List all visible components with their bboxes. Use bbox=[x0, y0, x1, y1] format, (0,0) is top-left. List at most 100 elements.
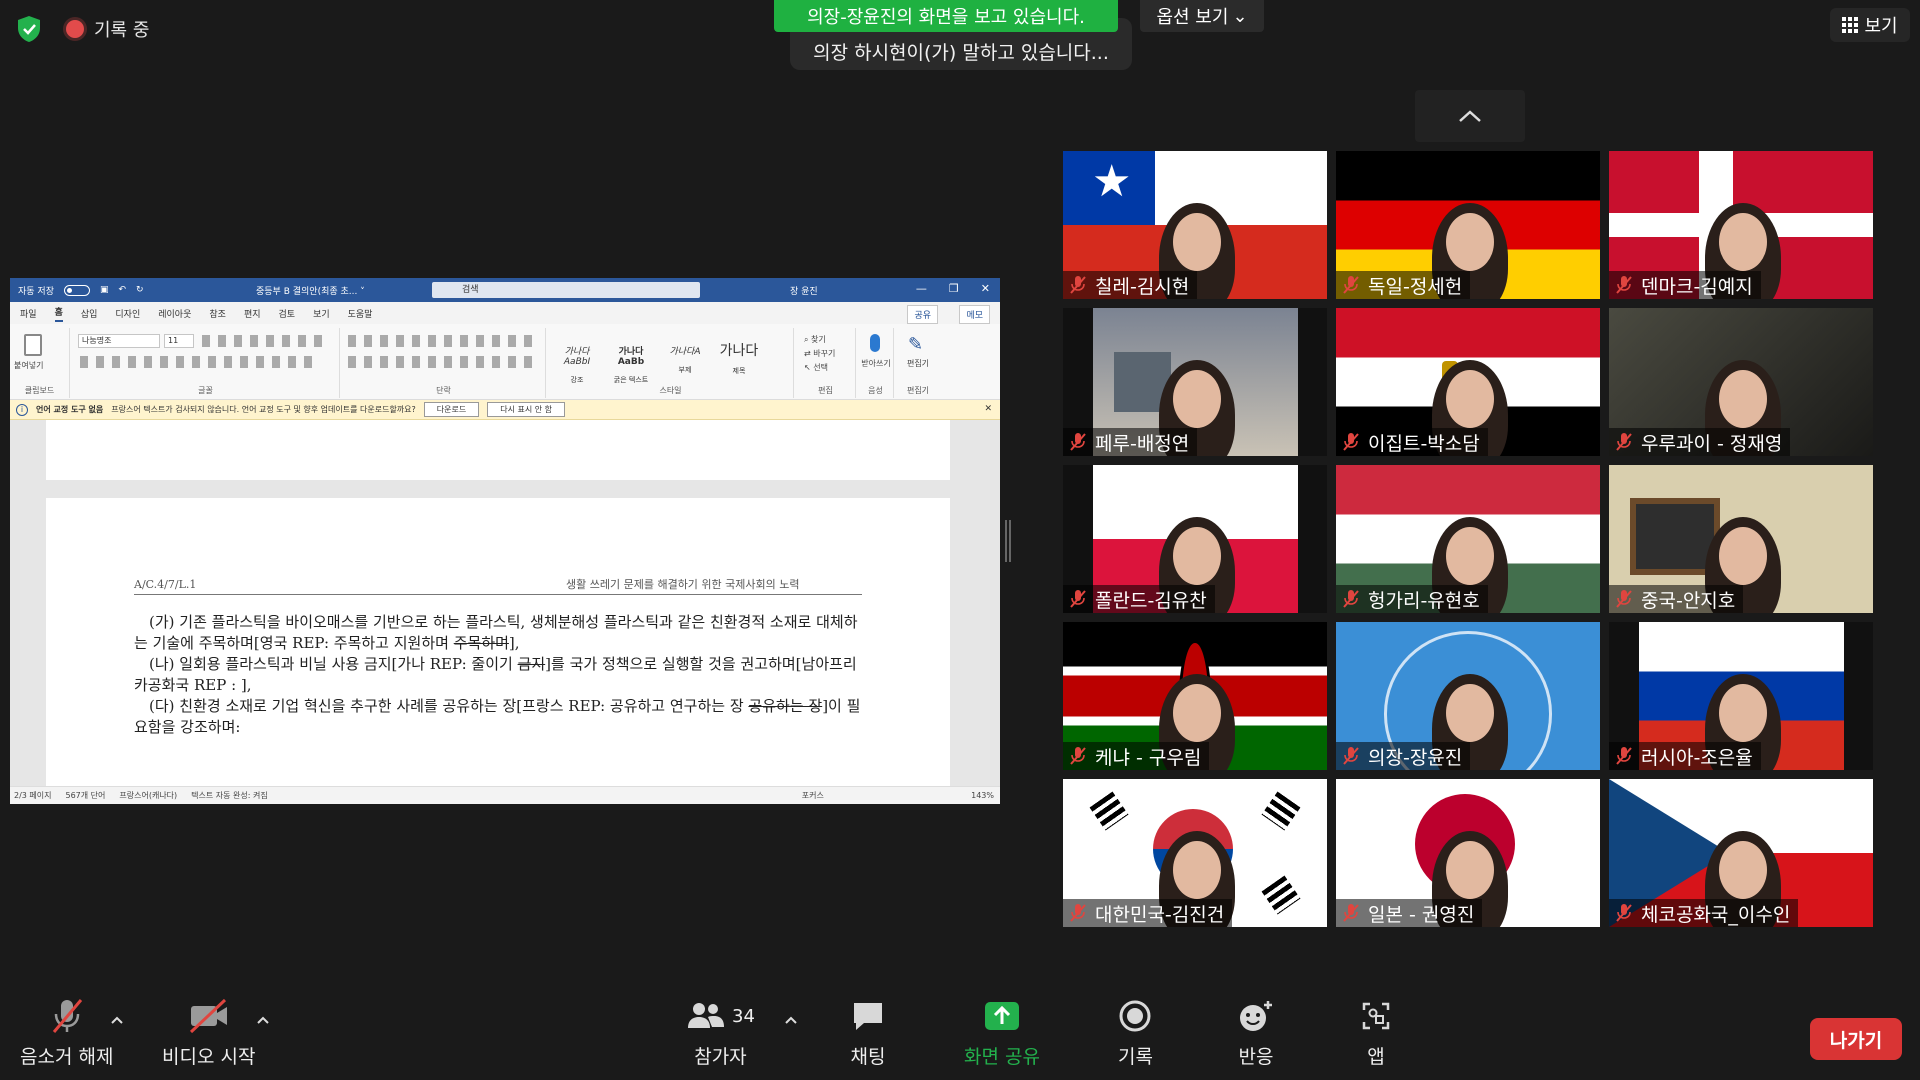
font-format-icons[interactable] bbox=[202, 335, 322, 347]
unmute-button[interactable]: 음소거 해제 bbox=[20, 996, 113, 1069]
menu-references[interactable]: 참조 bbox=[209, 307, 226, 320]
restore-icon[interactable]: ❐ bbox=[949, 282, 959, 295]
document-canvas[interactable]: A/C.4/7/L.1 생활 쓰레기 문제를 해결하기 위한 국제사회의 노력 … bbox=[10, 420, 1000, 786]
participant-name-tag: 독일-정세헌 bbox=[1336, 271, 1471, 299]
participants-caret-icon[interactable] bbox=[784, 1012, 798, 1026]
editing-group-label: 편집 bbox=[818, 386, 833, 395]
ribbon-group-editing: ⌕ 찾기 ⇄ 바꾸기 ↖ 선택 편집 bbox=[796, 328, 856, 398]
paste-label: 붙여넣기 bbox=[14, 361, 44, 370]
style-strong[interactable]: 가나다AaBb 굵은 텍스트 bbox=[606, 336, 656, 384]
record-button[interactable]: 기록 bbox=[1118, 996, 1153, 1069]
autosave-toggle[interactable] bbox=[63, 284, 90, 296]
close-icon[interactable]: ✕ bbox=[984, 404, 992, 414]
menu-layout[interactable]: 레이아웃 bbox=[158, 307, 191, 320]
participant-tile[interactable]: 체코공화국_이수인 bbox=[1609, 779, 1873, 927]
menu-insert[interactable]: 삽입 bbox=[81, 307, 98, 320]
participant-tile[interactable]: 우루과이 - 정재영 bbox=[1609, 308, 1873, 456]
participant-name: 체코공화국_이수인 bbox=[1641, 903, 1791, 926]
select-button[interactable]: ↖ 선택 bbox=[804, 362, 828, 373]
reactions-button[interactable]: 반응 bbox=[1238, 996, 1274, 1069]
video-options-caret-icon[interactable] bbox=[256, 1012, 270, 1026]
word-search-box[interactable]: 검색 bbox=[432, 282, 700, 298]
word-comments-button[interactable]: 메모 bbox=[959, 305, 990, 324]
participant-tile[interactable]: 페루-배정연 bbox=[1063, 308, 1327, 456]
menu-view[interactable]: 보기 bbox=[313, 307, 330, 320]
dont-show-again-button[interactable]: 다시 표시 안 함 bbox=[487, 402, 566, 417]
participant-tile[interactable]: 덴마크-김예지 bbox=[1609, 151, 1873, 299]
security-shield-icon[interactable] bbox=[14, 14, 44, 44]
save-icon[interactable]: ▣ bbox=[100, 285, 109, 295]
recording-indicator[interactable]: 기록 중 bbox=[66, 16, 149, 42]
participants-icon-wrap: 34 bbox=[686, 996, 755, 1036]
document-title[interactable]: 중등부 B 결의안(최종 초... ˅ bbox=[256, 284, 365, 297]
menu-mailings[interactable]: 편지 bbox=[244, 307, 261, 320]
style-emphasis[interactable]: 가나다AaBbI 강조 bbox=[552, 336, 602, 384]
alignment-icons[interactable] bbox=[348, 356, 538, 368]
download-button[interactable]: 다운로드 bbox=[423, 402, 480, 417]
close-icon[interactable]: ✕ bbox=[981, 282, 990, 295]
font-size-select[interactable]: 11 bbox=[164, 334, 194, 348]
font-style-icons[interactable] bbox=[80, 356, 320, 368]
participant-tile[interactable]: 중국-안지호 bbox=[1609, 465, 1873, 613]
participant-tile[interactable]: ★ 칠레-김시현 bbox=[1063, 151, 1327, 299]
menu-home[interactable]: 홈 bbox=[54, 305, 63, 322]
find-button[interactable]: ⌕ 찾기 bbox=[804, 334, 826, 345]
gallery-scroll-up-button[interactable] bbox=[1415, 90, 1525, 142]
participant-tile[interactable]: 독일-정세헌 bbox=[1336, 151, 1600, 299]
status-words[interactable]: 567개 단어 bbox=[66, 790, 106, 801]
voice-group-label: 음성 bbox=[868, 386, 883, 395]
participant-tile[interactable]: 일본 - 권영진 bbox=[1336, 779, 1600, 927]
audio-options-caret-icon[interactable] bbox=[110, 1012, 124, 1026]
document-page-current: A/C.4/7/L.1 생활 쓰레기 문제를 해결하기 위한 국제사회의 노력 … bbox=[46, 498, 950, 786]
participant-tile[interactable]: 러시아-조은율 bbox=[1609, 622, 1873, 770]
page-header-title: 생활 쓰레기 문제를 해결하기 위한 국제사회의 노력 bbox=[566, 578, 800, 591]
undo-icon[interactable]: ↶ bbox=[119, 285, 127, 295]
record-label: 기록 bbox=[1118, 1046, 1153, 1068]
menu-review[interactable]: 검토 bbox=[279, 307, 296, 320]
menu-help[interactable]: 도움말 bbox=[348, 307, 373, 320]
muted-mic-icon bbox=[1070, 590, 1086, 608]
apps-button[interactable]: 앱 bbox=[1360, 996, 1392, 1069]
chat-button[interactable]: 채팅 bbox=[850, 996, 886, 1069]
font-name-select[interactable]: 나눔명조 bbox=[78, 334, 160, 348]
recording-label: 기록 중 bbox=[94, 20, 150, 41]
participant-tile[interactable]: 폴란드-김유찬 bbox=[1063, 465, 1327, 613]
participant-name-tag: 우루과이 - 정재영 bbox=[1609, 428, 1791, 456]
participant-tile[interactable]: 케냐 - 구우림 bbox=[1063, 622, 1327, 770]
panel-resize-handle[interactable] bbox=[1005, 520, 1011, 562]
leave-meeting-button[interactable]: 나가기 bbox=[1810, 1018, 1902, 1060]
start-video-button[interactable]: 비디오 시작 bbox=[162, 996, 255, 1069]
word-share-button[interactable]: 공유 bbox=[907, 305, 938, 324]
participant-name: 의장-장윤진 bbox=[1368, 746, 1463, 769]
participants-button[interactable]: 34 참가자 bbox=[686, 996, 755, 1069]
status-zoom[interactable]: 143% bbox=[971, 791, 994, 800]
participant-tile[interactable]: 의장-장윤진 bbox=[1336, 622, 1600, 770]
participant-tile[interactable]: 대한민국-김진건 bbox=[1063, 779, 1327, 927]
editor-label: 편집기 bbox=[906, 359, 930, 368]
status-focus[interactable]: 포커스 bbox=[802, 790, 824, 801]
style-title[interactable]: 가나다 제목 bbox=[714, 336, 764, 380]
editor-pen-icon[interactable]: ✎ bbox=[908, 334, 923, 355]
replace-label: 바꾸기 bbox=[813, 349, 836, 358]
microphone-icon[interactable] bbox=[870, 334, 880, 352]
minimize-icon[interactable]: — bbox=[916, 282, 927, 295]
participant-tile[interactable]: 이집트-박소담 bbox=[1336, 308, 1600, 456]
muted-mic-icon bbox=[49, 996, 85, 1036]
share-screen-button[interactable]: 화면 공유 bbox=[964, 996, 1040, 1069]
paste-icon[interactable] bbox=[24, 334, 42, 356]
view-layout-button[interactable]: 보기 bbox=[1830, 8, 1910, 42]
list-icons[interactable] bbox=[348, 335, 538, 347]
status-language[interactable]: 프랑스어(캐나다) bbox=[119, 790, 177, 801]
view-options-button[interactable]: 옵션 보기 ⌄ bbox=[1140, 0, 1264, 32]
status-autocomplete[interactable]: 텍스트 자동 완성: 켜짐 bbox=[191, 790, 268, 801]
menu-design[interactable]: 디자인 bbox=[115, 307, 140, 320]
replace-button[interactable]: ⇄ 바꾸기 bbox=[804, 348, 835, 359]
participant-tile[interactable]: 헝가리-유현호 bbox=[1336, 465, 1600, 613]
redo-icon[interactable]: ↻ bbox=[136, 285, 144, 295]
menu-file[interactable]: 파일 bbox=[20, 307, 37, 320]
cursor-icon: ↖ bbox=[804, 363, 811, 372]
video-off-icon bbox=[187, 996, 231, 1036]
status-page[interactable]: 2/3 페이지 bbox=[14, 790, 52, 801]
style-name: 강조 bbox=[570, 376, 584, 384]
style-subtitle[interactable]: 가나다A 부제 bbox=[660, 336, 710, 380]
